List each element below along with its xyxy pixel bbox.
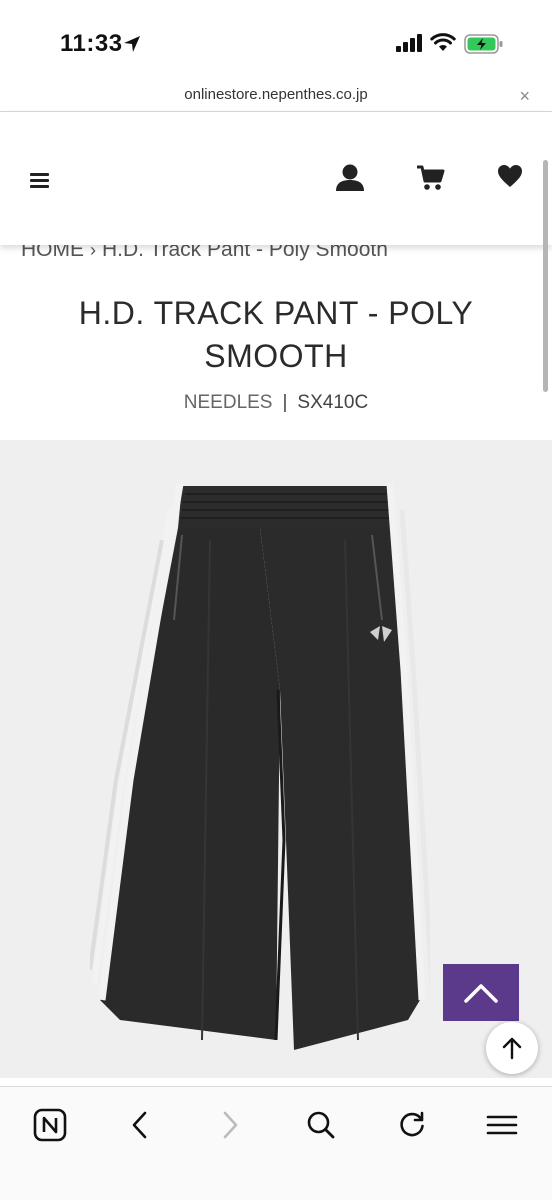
heart-icon[interactable]: [497, 164, 523, 188]
scrollbar[interactable]: [543, 160, 548, 392]
scroll-to-top-button[interactable]: [486, 1022, 538, 1074]
site-header: [0, 112, 552, 245]
track-pant-image: [90, 483, 430, 1050]
browser-toolbar: [0, 1086, 552, 1200]
product-sku: SX410C: [297, 392, 369, 413]
battery-charging-icon: [464, 34, 503, 54]
product-title: H.D. TRACK PANT - POLY SMOOTH: [78, 295, 474, 374]
close-icon[interactable]: ×: [519, 86, 530, 107]
url-bar[interactable]: onlinestore.nepenthes.co.jp ×: [0, 84, 552, 112]
url-domain[interactable]: onlinestore.nepenthes.co.jp: [0, 86, 552, 103]
menu-icon[interactable]: [482, 1105, 522, 1145]
user-icon[interactable]: [335, 164, 365, 192]
cart-icon[interactable]: [416, 164, 446, 192]
forward-icon[interactable]: [210, 1105, 250, 1145]
arrow-up-icon: [502, 1037, 522, 1060]
hamburger-menu-icon[interactable]: [30, 172, 50, 190]
clock: 11:33: [60, 30, 123, 57]
app-icon[interactable]: [30, 1105, 70, 1145]
chevron-up-icon: [464, 983, 498, 1003]
wifi-icon: [430, 33, 456, 51]
cellular-signal-icon: [396, 34, 422, 52]
meta-separator: |: [282, 392, 288, 413]
brand-link[interactable]: NEEDLES: [184, 392, 273, 413]
back-to-top-button[interactable]: [443, 964, 519, 1021]
status-bar: 11:33: [0, 0, 552, 84]
back-icon[interactable]: [120, 1105, 160, 1145]
search-icon[interactable]: [301, 1105, 341, 1145]
reload-icon[interactable]: [392, 1105, 432, 1145]
product-meta: NEEDLES | SX410C: [0, 392, 552, 414]
location-arrow-icon: [124, 36, 140, 52]
